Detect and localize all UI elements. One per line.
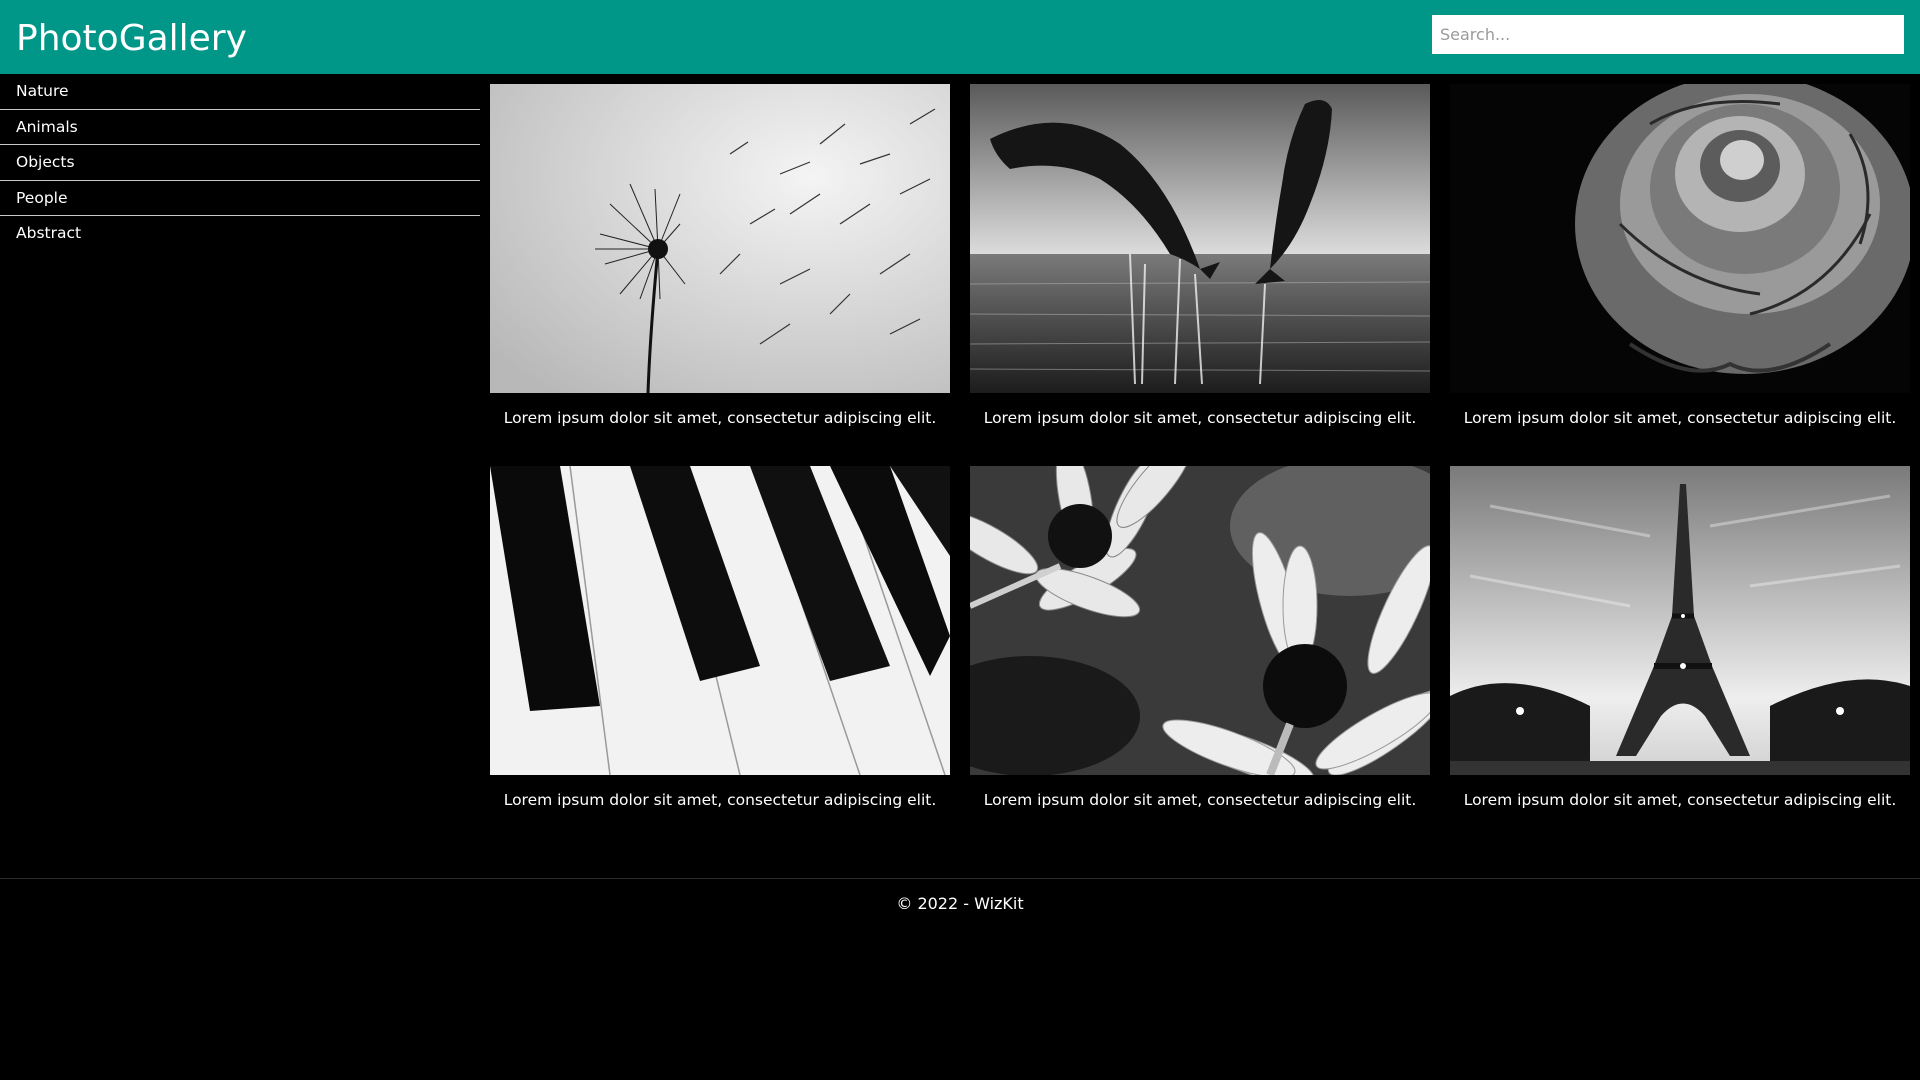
gallery-card: Lorem ipsum dolor sit amet, consectetur … xyxy=(490,466,950,809)
rose-photo[interactable] xyxy=(1450,84,1910,393)
gallery-card: Lorem ipsum dolor sit amet, consectetur … xyxy=(1450,84,1910,427)
footer-copyright: © 2022 - WizKit xyxy=(896,894,1024,913)
gallery-card: Lorem ipsum dolor sit amet, consectetur … xyxy=(490,84,950,427)
sidebar-item-people[interactable]: People xyxy=(0,181,480,216)
photo-caption: Lorem ipsum dolor sit amet, consectetur … xyxy=(983,791,1417,809)
photo-caption: Lorem ipsum dolor sit amet, consectetur … xyxy=(1463,791,1897,809)
gallery-card: Lorem ipsum dolor sit amet, consectetur … xyxy=(1450,466,1910,809)
photo-caption: Lorem ipsum dolor sit amet, consectetur … xyxy=(503,791,937,809)
dolphins-photo[interactable] xyxy=(970,84,1430,393)
daisies-photo[interactable] xyxy=(970,466,1430,775)
dandelion-photo[interactable] xyxy=(490,84,950,393)
photo-caption: Lorem ipsum dolor sit amet, consectetur … xyxy=(1463,409,1897,427)
footer-divider xyxy=(0,878,1920,879)
eiffel-tower-photo[interactable] xyxy=(1450,466,1910,775)
sidebar-item-nature[interactable]: Nature xyxy=(0,74,480,110)
photo-caption: Lorem ipsum dolor sit amet, consectetur … xyxy=(983,409,1417,427)
site-title[interactable]: PhotoGallery xyxy=(16,14,247,64)
sidebar-item-animals[interactable]: Animals xyxy=(0,110,480,145)
photo-caption: Lorem ipsum dolor sit amet, consectetur … xyxy=(503,409,937,427)
gallery-card: Lorem ipsum dolor sit amet, consectetur … xyxy=(970,466,1430,809)
top-bar: PhotoGallery xyxy=(0,0,1920,74)
gallery-card: Lorem ipsum dolor sit amet, consectetur … xyxy=(970,84,1430,427)
piano-keys-photo[interactable] xyxy=(490,466,950,775)
sidebar-item-abstract[interactable]: Abstract xyxy=(0,216,480,252)
search-input[interactable] xyxy=(1432,15,1904,54)
sidebar-item-objects[interactable]: Objects xyxy=(0,145,480,181)
category-sidebar: Nature Animals Objects People Abstract xyxy=(0,74,480,252)
